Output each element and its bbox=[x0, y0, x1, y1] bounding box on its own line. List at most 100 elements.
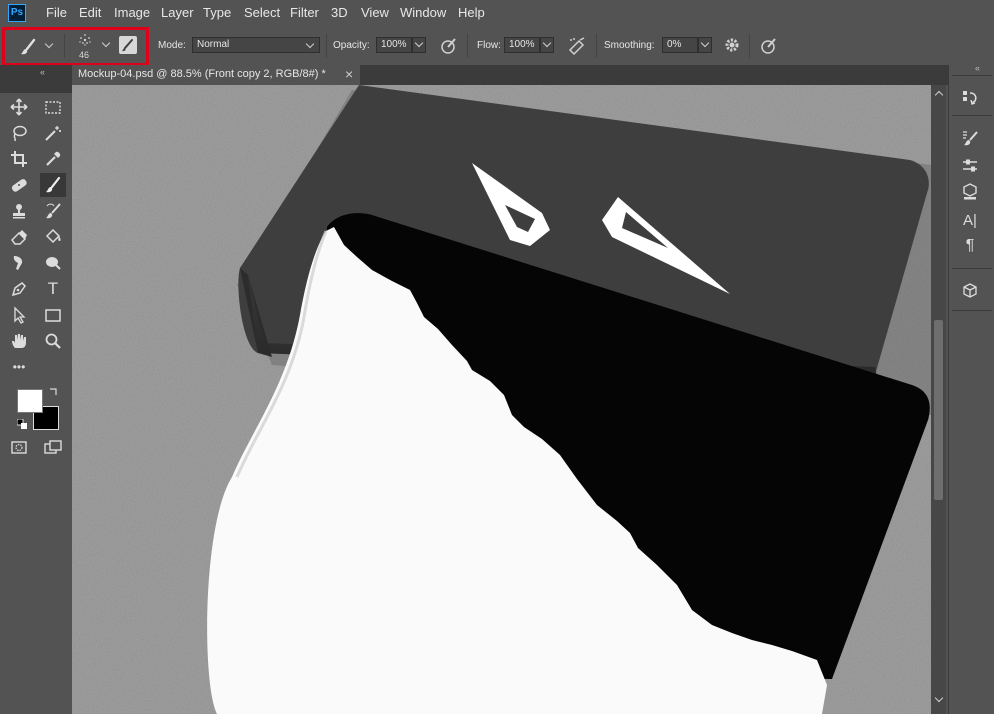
default-colors-icon[interactable] bbox=[17, 419, 27, 429]
quick-mask-button[interactable] bbox=[6, 435, 32, 459]
move-icon bbox=[10, 98, 28, 116]
eyedropper-tool[interactable] bbox=[40, 147, 66, 171]
document-canvas[interactable] bbox=[72, 85, 931, 714]
pressure-opacity-icon[interactable] bbox=[439, 36, 459, 56]
foreground-color-swatch[interactable] bbox=[17, 389, 43, 413]
smoothing-label: Smoothing: bbox=[604, 40, 655, 51]
magic-wand-tool[interactable] bbox=[40, 121, 66, 145]
crop-tool[interactable] bbox=[6, 147, 32, 171]
eyedropper-icon bbox=[46, 151, 61, 166]
smoothing-value: 0% bbox=[667, 39, 682, 50]
pressure-size-icon[interactable] bbox=[759, 36, 779, 56]
crop-icon bbox=[11, 151, 27, 167]
menu-type[interactable]: Type bbox=[203, 5, 231, 20]
document-tab-bar: Mockup-04.psd @ 88.5% (Front copy 2, RGB… bbox=[72, 65, 948, 85]
vertical-scrollbar[interactable] bbox=[931, 85, 946, 714]
menu-window[interactable]: Window bbox=[400, 5, 446, 20]
dodge-tool[interactable] bbox=[40, 251, 66, 275]
eraser-tool[interactable] bbox=[6, 225, 32, 249]
document-title: Mockup-04.psd @ 88.5% (Front copy 2, RGB… bbox=[78, 68, 326, 80]
screen-mode-button[interactable] bbox=[40, 435, 66, 459]
smoothing-dropdown[interactable] bbox=[698, 37, 712, 53]
flow-dropdown[interactable] bbox=[540, 37, 554, 53]
menu-filter[interactable]: Filter bbox=[290, 5, 319, 20]
zoom-tool[interactable] bbox=[40, 329, 66, 353]
swap-colors-icon[interactable] bbox=[48, 387, 58, 397]
quick-mask-icon bbox=[11, 441, 27, 454]
history-brush-icon bbox=[46, 203, 61, 219]
menu-help[interactable]: Help bbox=[458, 5, 485, 20]
menu-select[interactable]: Select bbox=[244, 5, 280, 20]
flow-label: Flow: bbox=[477, 40, 501, 51]
panel-dock: « A| ¶ bbox=[948, 63, 994, 714]
move-tool[interactable] bbox=[6, 95, 32, 119]
hand-tool[interactable] bbox=[6, 329, 32, 353]
paragraph-icon: ¶ bbox=[965, 237, 975, 254]
brush-settings-icon bbox=[963, 131, 978, 146]
dodge-icon bbox=[46, 257, 61, 270]
bandage-icon bbox=[11, 179, 27, 192]
brush-settings-panel-button[interactable] bbox=[957, 127, 983, 149]
menu-3d[interactable]: 3D bbox=[331, 5, 348, 20]
paint-bucket-tool[interactable] bbox=[40, 225, 66, 249]
scroll-up-icon[interactable] bbox=[934, 90, 944, 100]
hand-icon bbox=[12, 334, 26, 348]
marquee-tool[interactable] bbox=[40, 95, 66, 119]
scroll-down-icon[interactable] bbox=[934, 693, 944, 703]
clone-stamp-tool[interactable] bbox=[6, 199, 32, 223]
smudge-tool[interactable] bbox=[6, 251, 32, 275]
lasso-icon bbox=[13, 125, 27, 142]
opacity-input[interactable]: 100% bbox=[376, 37, 412, 53]
rectangle-tool[interactable] bbox=[40, 303, 66, 327]
type-icon: T bbox=[47, 279, 59, 298]
opacity-label: Opacity: bbox=[333, 40, 370, 51]
menu-view[interactable]: View bbox=[361, 5, 389, 20]
menu-layer[interactable]: Layer bbox=[161, 5, 194, 20]
mode-label: Mode: bbox=[158, 40, 186, 51]
paragraph-panel-button[interactable]: ¶ bbox=[957, 235, 983, 257]
adjustments-panel-button[interactable] bbox=[957, 155, 983, 177]
opacity-value: 100% bbox=[381, 39, 407, 50]
history-panel-button[interactable] bbox=[957, 87, 983, 109]
magic-wand-icon bbox=[45, 126, 61, 141]
3d-panel-button[interactable] bbox=[957, 280, 983, 302]
history-brush-tool[interactable] bbox=[40, 199, 66, 223]
more-icon: ••• bbox=[12, 360, 26, 374]
menu-bar: Ps File Edit Image Layer Type Select Fil… bbox=[0, 0, 994, 26]
lasso-tool[interactable] bbox=[6, 121, 32, 145]
edit-toolbar-button[interactable]: ••• bbox=[6, 355, 32, 379]
path-selection-tool[interactable] bbox=[6, 303, 32, 327]
menu-image[interactable]: Image bbox=[114, 5, 150, 20]
flow-value: 100% bbox=[509, 39, 535, 50]
document-tab[interactable]: Mockup-04.psd @ 88.5% (Front copy 2, RGB… bbox=[72, 65, 360, 85]
menu-edit[interactable]: Edit bbox=[79, 5, 101, 20]
flow-input[interactable]: 100% bbox=[504, 37, 540, 53]
close-tab-icon[interactable]: × bbox=[345, 66, 353, 82]
airbrush-icon[interactable] bbox=[567, 36, 587, 56]
zoom-icon bbox=[45, 333, 61, 349]
libraries-panel-button[interactable] bbox=[957, 181, 983, 203]
smudge-icon bbox=[13, 256, 23, 270]
history-icon bbox=[963, 91, 977, 105]
options-bar: 46 Mode: Normal Opacity: 100% Flow: 100%… bbox=[0, 26, 994, 66]
brush-icon bbox=[46, 176, 61, 193]
pen-tool[interactable] bbox=[6, 277, 32, 301]
libraries-icon bbox=[963, 183, 977, 200]
gear-icon[interactable] bbox=[723, 36, 741, 54]
collapse-icon[interactable]: « bbox=[40, 67, 45, 77]
arrow-icon bbox=[14, 306, 26, 324]
smoothing-input[interactable]: 0% bbox=[662, 37, 698, 53]
brush-tool[interactable] bbox=[40, 173, 66, 197]
opacity-dropdown[interactable] bbox=[412, 37, 426, 53]
character-panel-button[interactable]: A| bbox=[957, 209, 983, 231]
adjustments-icon bbox=[963, 159, 977, 172]
mode-select[interactable]: Normal bbox=[192, 37, 320, 53]
menu-file[interactable]: File bbox=[46, 5, 67, 20]
scrollbar-thumb[interactable] bbox=[934, 320, 943, 500]
marquee-icon bbox=[45, 101, 61, 114]
healing-brush-tool[interactable] bbox=[6, 173, 32, 197]
type-tool[interactable]: T bbox=[40, 277, 66, 301]
pen-icon bbox=[11, 282, 26, 297]
expand-panels-icon[interactable]: « bbox=[975, 63, 980, 73]
character-icon: A| bbox=[963, 211, 977, 229]
